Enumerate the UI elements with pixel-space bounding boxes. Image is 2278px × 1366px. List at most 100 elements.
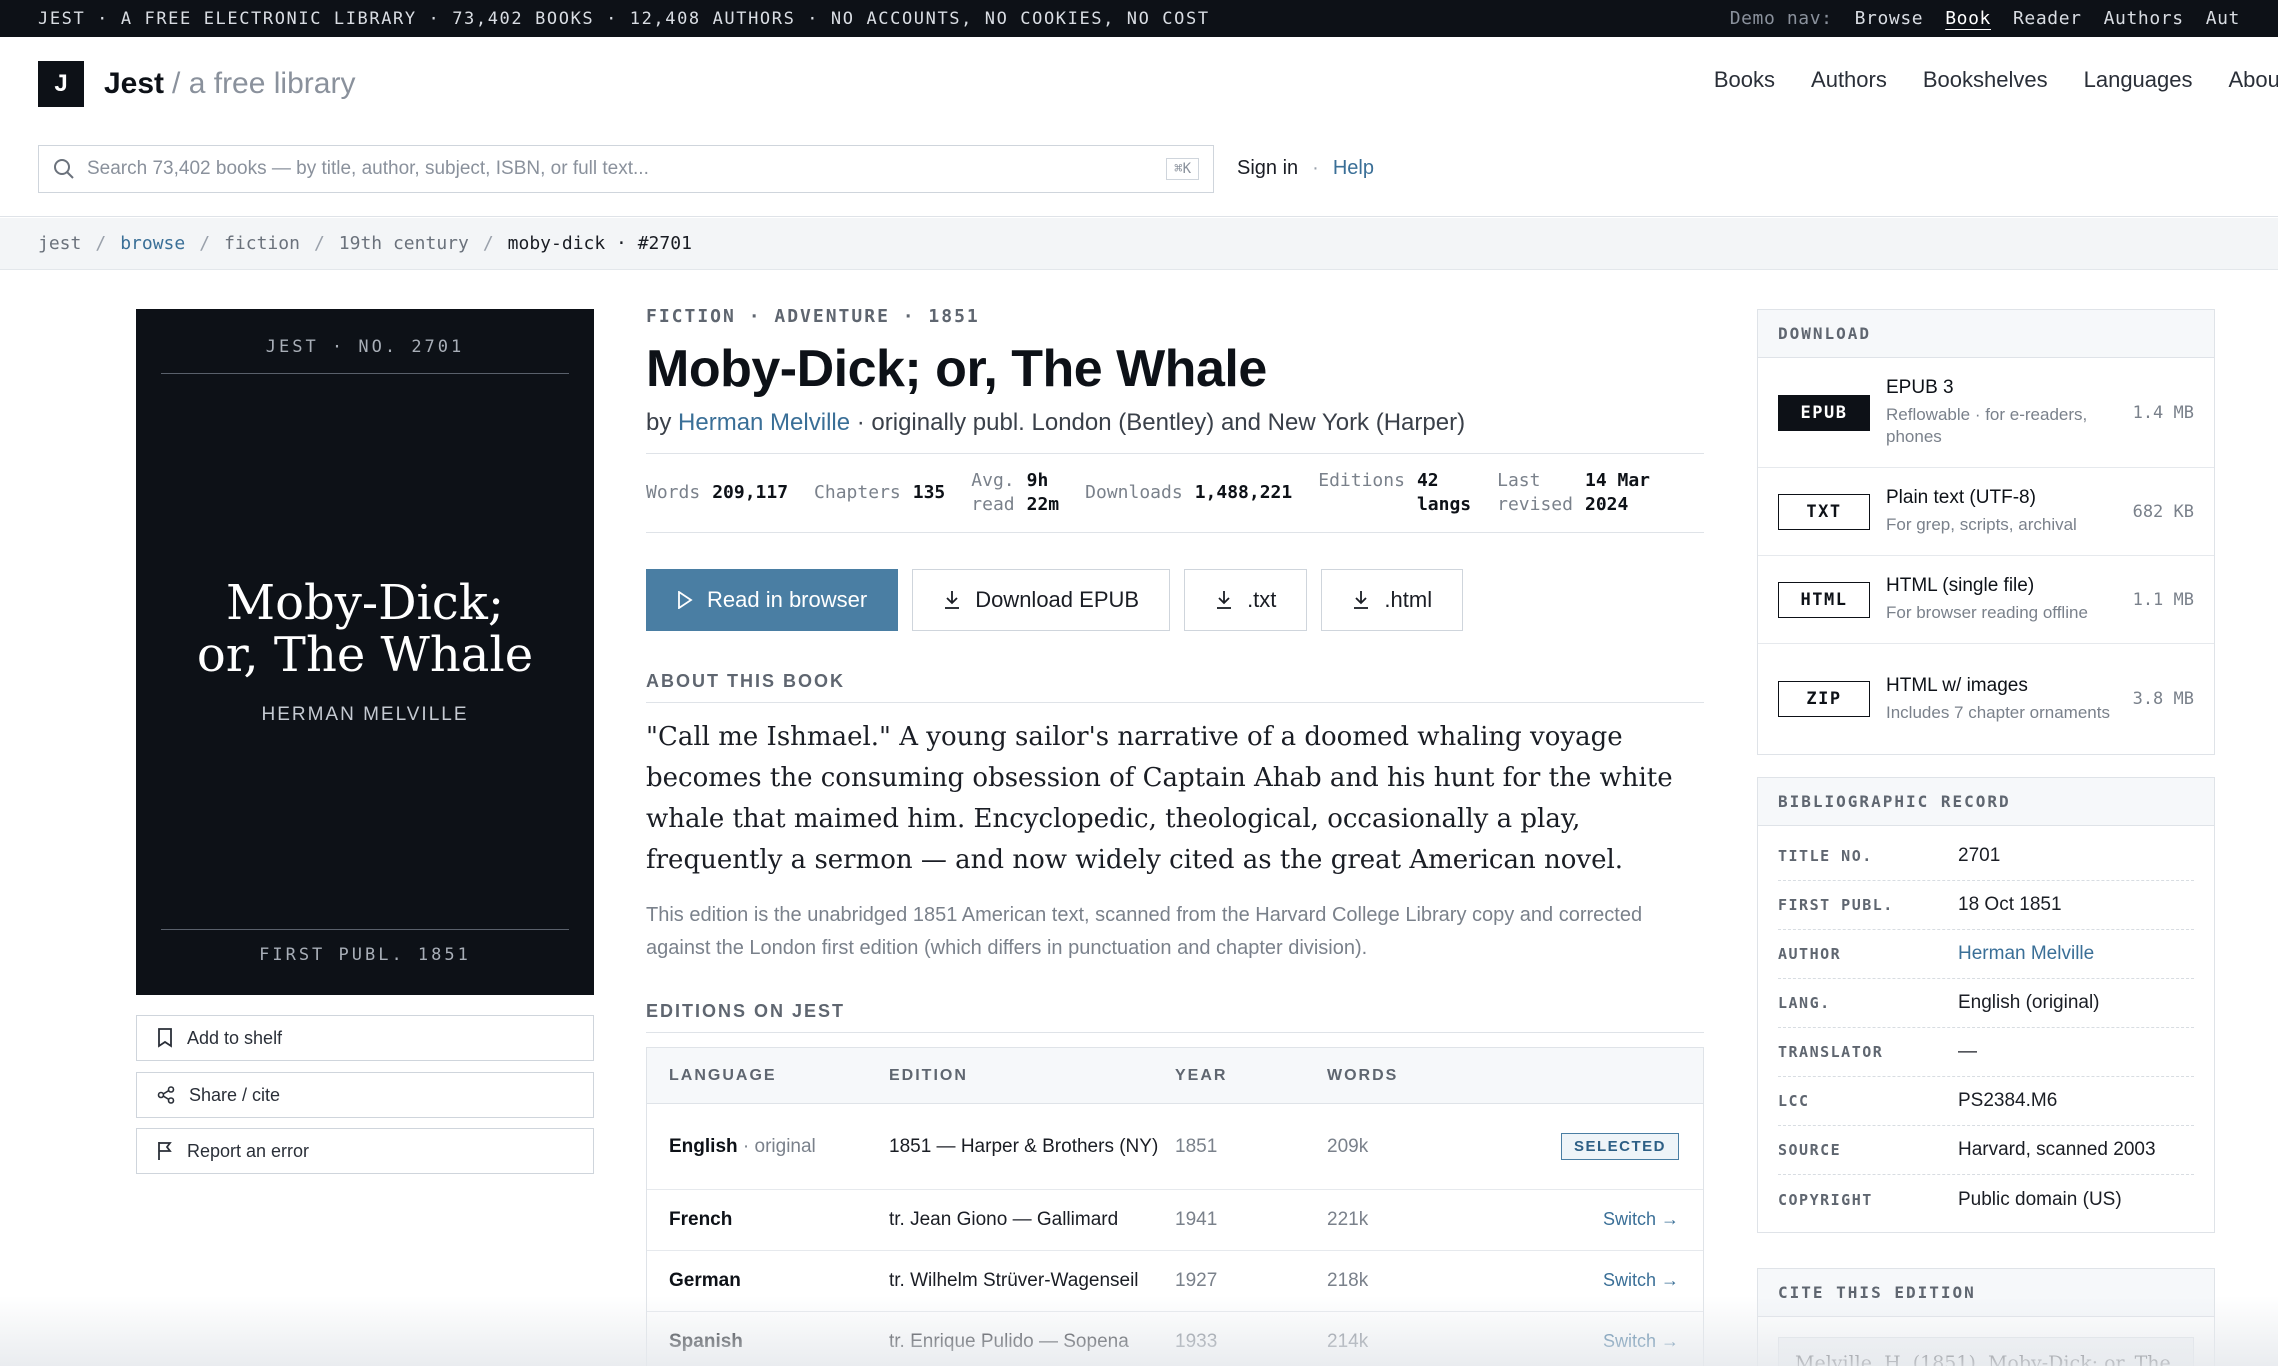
nav-books[interactable]: Books [1714, 67, 1775, 93]
stat-value: 135 [912, 482, 946, 503]
brand-home-link[interactable]: J Jest / a free library [38, 61, 355, 107]
bib-key: SOURCE [1778, 1141, 1842, 1159]
bib-value: Harvard, scanned 2003 [1958, 1139, 2156, 1160]
download-icon [1217, 591, 1232, 609]
breadcrumb-19th-century[interactable]: 19th century [339, 233, 469, 254]
download-html-button[interactable]: .html [1321, 569, 1464, 631]
download-subtitle: For grep, scripts, archival [1886, 515, 2077, 534]
stat-label-line: Avg. [971, 470, 1015, 491]
publication-origin: · originally publ. London (Bentley) and … [856, 409, 1466, 436]
download-name: EPUB 3 [1886, 377, 1954, 398]
nav-languages[interactable]: Languages [2084, 67, 2193, 93]
brand-name: Jest [104, 67, 165, 100]
demo-nav-book[interactable]: Book [1945, 8, 1991, 29]
help-link[interactable]: Help [1333, 157, 1374, 180]
bib-key: AUTHOR [1778, 945, 1842, 963]
column-header: LANGUAGE [669, 1066, 777, 1084]
download-subtitle: Reflowable · for e-readers, phones [1886, 405, 2088, 446]
download-epub-button[interactable]: Download EPUB [912, 569, 1171, 631]
read-in-browser-button[interactable]: Read in browser [646, 569, 899, 631]
download-epub-label: Download EPUB [975, 587, 1140, 612]
switch-edition-link[interactable]: Switch → [1603, 1209, 1679, 1229]
download-html-label: .html [1384, 587, 1433, 612]
bib-row-first-publ: FIRST PUBL. 18 Oct 1851 [1778, 881, 2194, 930]
edition-year: 1927 [1175, 1270, 1218, 1291]
stat-value-line: 42 [1416, 470, 1439, 491]
download-info: Plain text (UTF-8) For grep, scripts, ar… [1886, 487, 2133, 536]
stat-label: Last revised [1497, 469, 1573, 517]
edition-name: 1851 — Harper & Brothers (NY) [889, 1135, 1159, 1157]
search-box: ⌘K [38, 145, 1214, 193]
download-subtitle: For browser reading offline [1886, 603, 2088, 622]
download-info: HTML w/ images Includes 7 chapter orname… [1886, 675, 2133, 724]
cover-author: HERMAN MELVILLE [261, 704, 469, 725]
table-row: English · original 1851 — Harper & Broth… [647, 1104, 1703, 1190]
download-item-epub[interactable]: EPUB EPUB 3 Reflowable · for e-readers, … [1758, 358, 2214, 468]
stat-value: 42 langs [1417, 469, 1471, 517]
download-txt-button[interactable]: .txt [1184, 569, 1308, 631]
share-cite-label: Share / cite [189, 1084, 281, 1105]
download-item-zip[interactable]: ZIP HTML w/ images Includes 7 chapter or… [1758, 644, 2214, 754]
edition-words: 214k [1327, 1331, 1369, 1352]
author-link[interactable]: Herman Melville [678, 409, 850, 436]
breadcrumb-fiction[interactable]: fiction [224, 233, 300, 254]
signin-link[interactable]: Sign in [1237, 157, 1298, 180]
breadcrumb-separator: / [313, 233, 325, 254]
add-to-shelf-button[interactable]: Add to shelf [136, 1015, 594, 1061]
share-cite-button[interactable]: Share / cite [136, 1072, 594, 1118]
edition-words: 218k [1327, 1270, 1369, 1291]
report-error-button[interactable]: Report an error [136, 1128, 594, 1174]
account-links: Sign in · Help [1237, 157, 1374, 180]
edition-language: German [647, 1270, 889, 1292]
bib-value: English (original) [1958, 992, 2100, 1013]
stat-avg-read: Avg. read 9h 22m [971, 469, 1059, 517]
demo-nav-reader[interactable]: Reader [2013, 8, 2082, 29]
edition-name: tr. Wilhelm Strüver-Wagenseil [889, 1270, 1139, 1291]
stat-value-line: 9h [1026, 470, 1049, 491]
breadcrumb-jest[interactable]: jest [38, 233, 81, 254]
bib-row-title-no: TITLE NO. 2701 [1778, 832, 2194, 881]
download-item-html[interactable]: HTML HTML (single file) For browser read… [1758, 556, 2214, 644]
bibliographic-list: TITLE NO. 2701 FIRST PUBL. 18 Oct 1851 AUT… [1758, 826, 2214, 1224]
edition-words: 209k [1327, 1135, 1369, 1157]
demo-nav-browse[interactable]: Browse [1855, 8, 1924, 29]
download-subtitle: Includes 7 chapter ornaments [1886, 702, 2110, 722]
download-name: HTML w/ images [1886, 674, 2028, 696]
download-item-txt[interactable]: TXT Plain text (UTF-8) For grep, scripts… [1758, 468, 2214, 556]
stat-label: Downloads [1085, 482, 1183, 503]
citation-text[interactable]: Melville, H. (1851). Moby-Dick; or, The [1778, 1337, 2194, 1366]
separator-dot: · [1312, 157, 1319, 179]
nav-bookshelves[interactable]: Bookshelves [1923, 67, 2048, 93]
stat-value-line: 2024 [1584, 494, 1629, 515]
report-error-label: Report an error [187, 1140, 310, 1161]
book-description: "Call me Ishmael." A young sailor's narr… [646, 722, 1673, 875]
download-heading: DOWNLOAD [1758, 310, 2214, 358]
cover-rule [161, 373, 569, 374]
breadcrumb-separator: / [199, 233, 211, 254]
about-heading: ABOUT THIS BOOK [646, 671, 1704, 703]
cover-title-line1: Moby-Dick; [225, 575, 505, 631]
search-icon [54, 159, 74, 179]
demo-nav-authors[interactable]: Authors [2104, 8, 2184, 29]
cover-rule [161, 929, 569, 930]
book-genre-kicker: FICTION · ADVENTURE · 1851 [646, 306, 980, 327]
bib-author-link[interactable]: Herman Melville [1958, 943, 2094, 965]
switch-edition-link[interactable]: Switch → [1603, 1270, 1679, 1290]
download-size: 1.1 MB [2132, 589, 2194, 610]
switch-edition-link[interactable]: Switch → [1603, 1331, 1679, 1351]
download-panel: DOWNLOAD EPUB EPUB 3 Reflowable · for e-… [1757, 309, 2215, 755]
nav-about[interactable]: About [2229, 67, 2278, 93]
breadcrumb-browse[interactable]: browse [120, 233, 185, 254]
nav-authors[interactable]: Authors [1811, 67, 1887, 93]
stat-label-line: read [971, 494, 1015, 515]
bib-value: 2701 [1958, 845, 2001, 866]
edition-year: 1933 [1175, 1331, 1218, 1352]
demo-nav-aut[interactable]: Aut [2206, 8, 2240, 29]
bib-value: Public domain (US) [1958, 1188, 2122, 1210]
cover-title-line2: or, The Whale [196, 627, 534, 683]
language-name: French [669, 1209, 733, 1230]
breadcrumb-current: moby-dick · #2701 [507, 233, 692, 254]
table-header: LANGUAGE EDITION YEAR WORDS [647, 1048, 1703, 1104]
search-input[interactable] [87, 158, 1155, 180]
edition-note: This edition is the unabridged 1851 Amer… [646, 904, 1643, 959]
